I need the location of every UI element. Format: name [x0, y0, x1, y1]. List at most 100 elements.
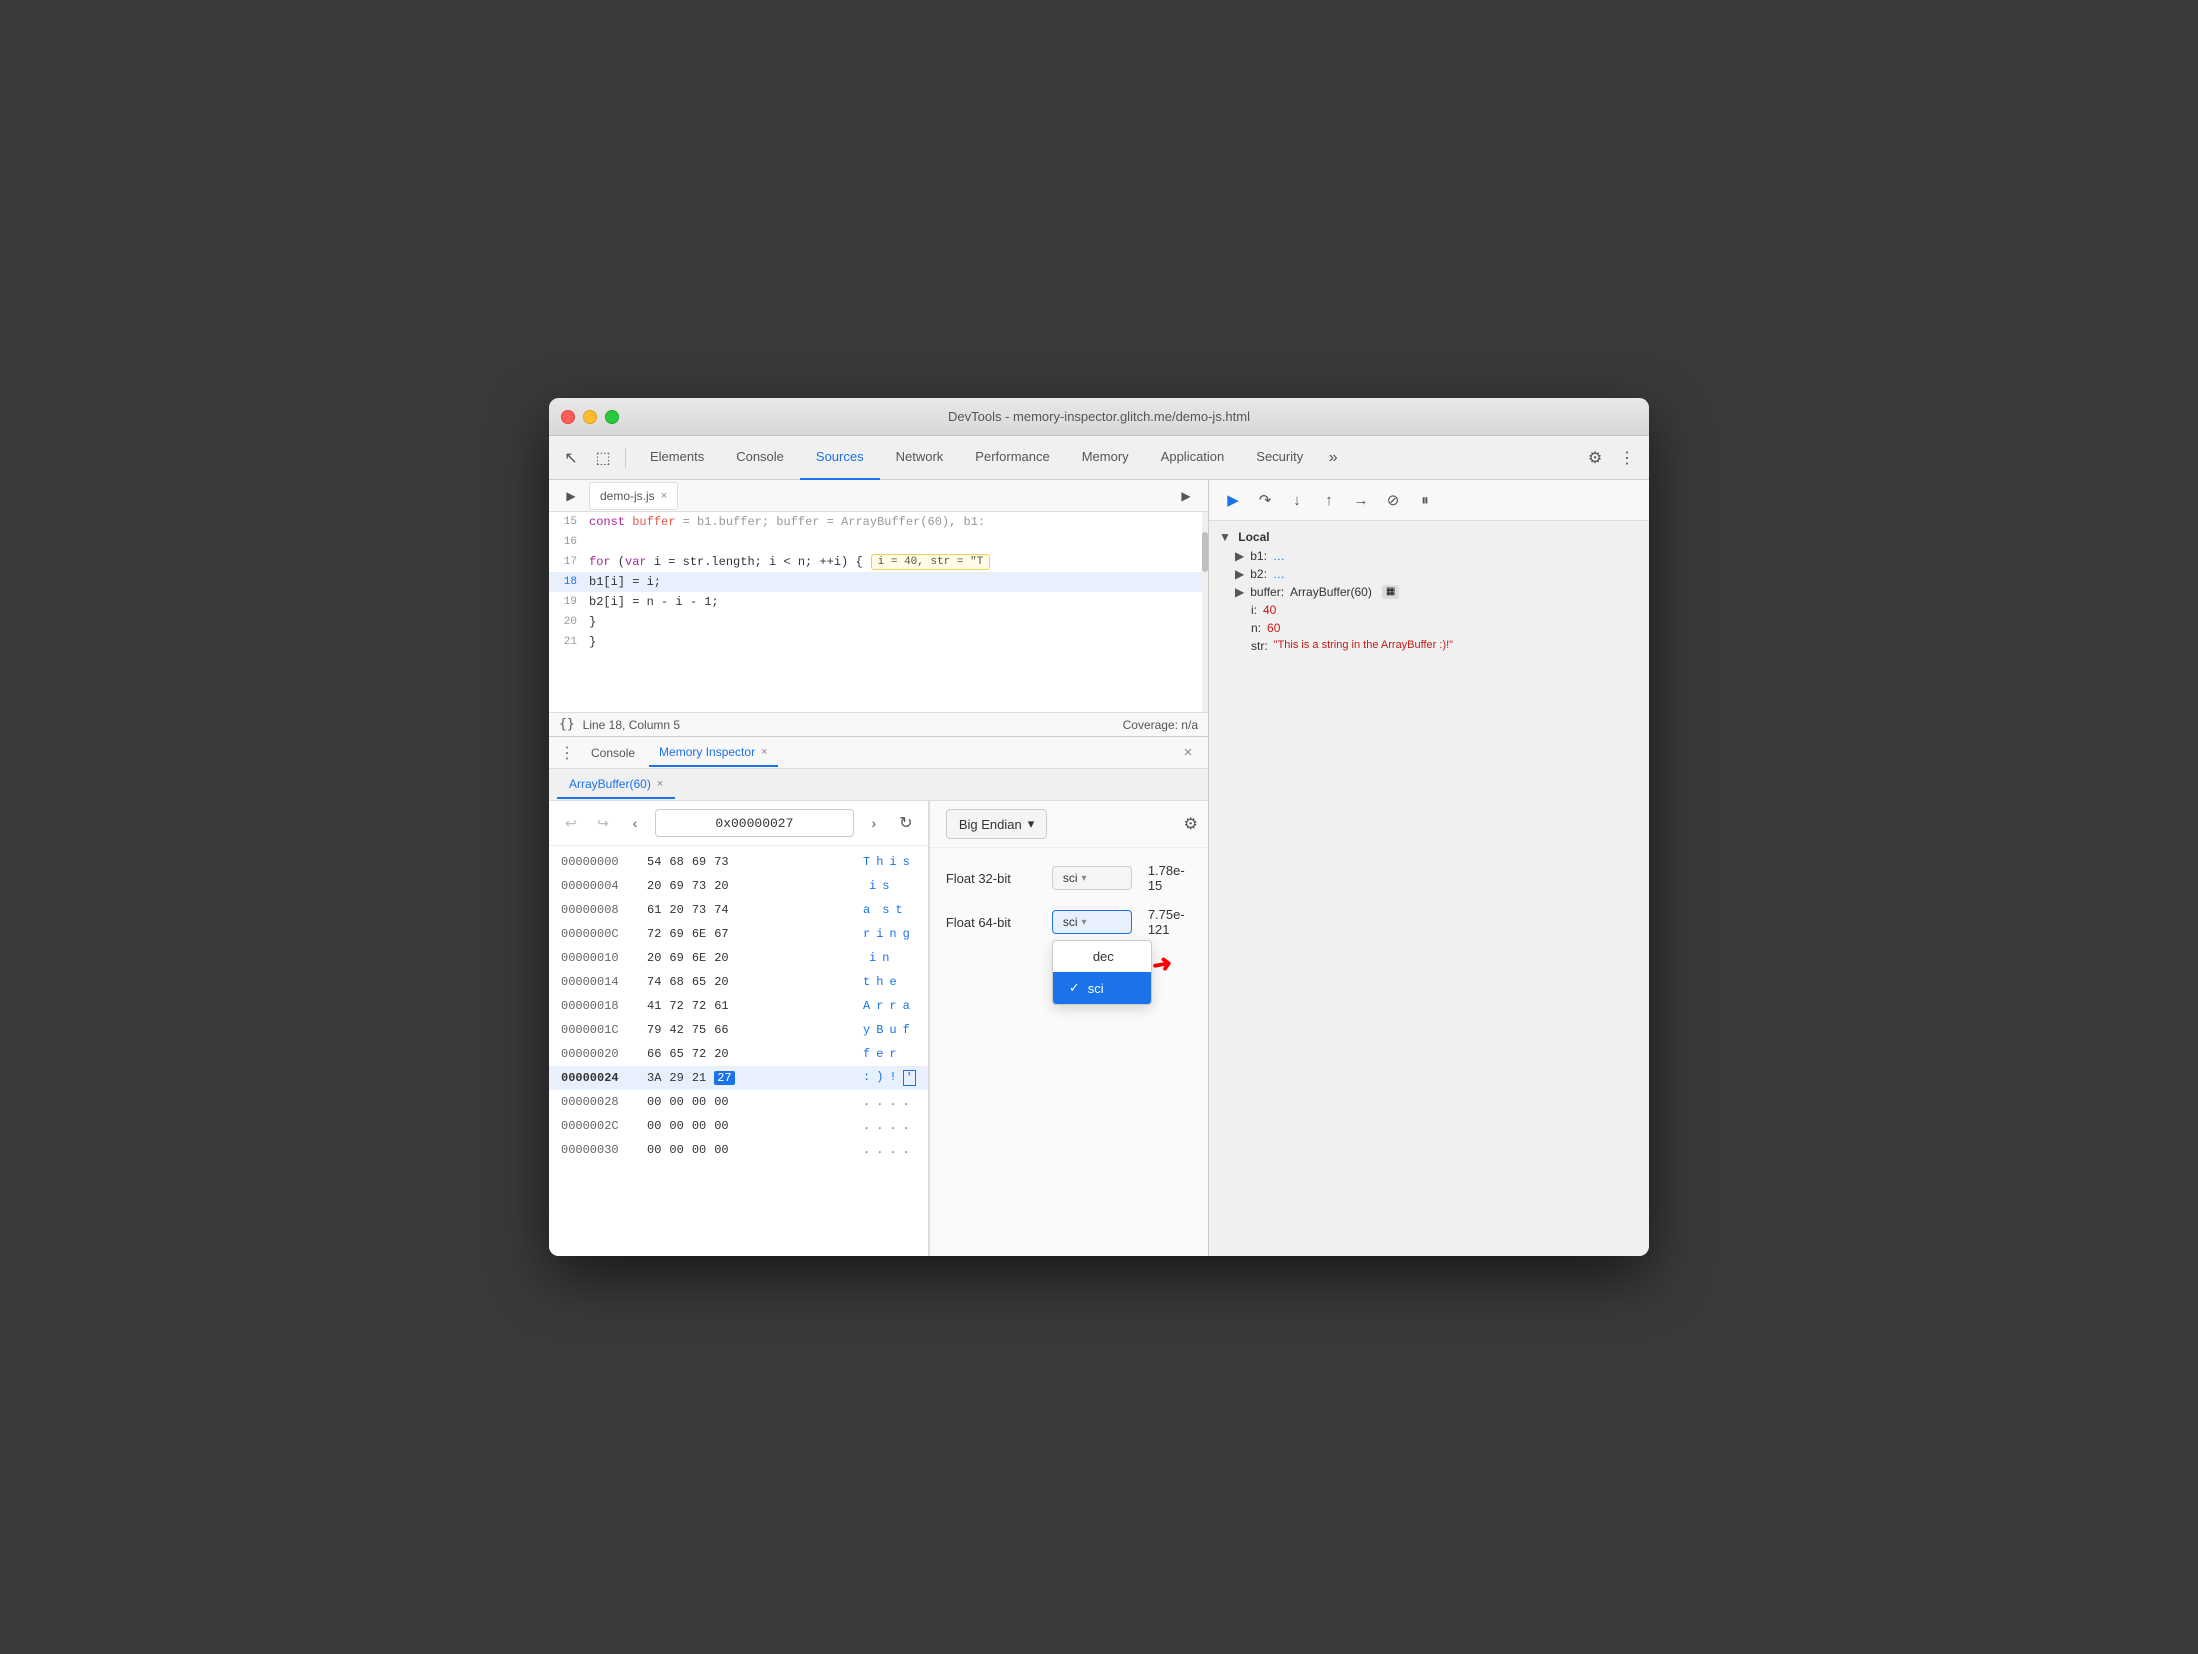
debug-controls: ▶ ↷ ↓ ↑ → ⊘ ⏸: [1209, 480, 1649, 521]
address-input[interactable]: [655, 809, 854, 837]
tab-console[interactable]: Console: [720, 436, 800, 480]
float-32-chevron-icon: ▾: [1081, 873, 1086, 884]
scope-local-title: ▼ Local: [1219, 527, 1639, 547]
hex-viewer: ↩ ↪ ‹ › ↻ 000000: [549, 801, 929, 1256]
file-tab-close-icon[interactable]: ×: [661, 490, 667, 502]
scope-item-buffer: ▶ buffer: ArrayBuffer(60) ▦: [1219, 583, 1639, 601]
hex-refresh-btn[interactable]: ↻: [894, 811, 918, 835]
tab-console-bottom[interactable]: Console: [581, 739, 645, 767]
float-settings-icon[interactable]: ⚙: [1177, 810, 1205, 838]
format-dropdown: dec ✓ sci: [1052, 940, 1152, 1005]
code-line-16: 16: [549, 532, 1208, 552]
braces-icon: {}: [559, 717, 575, 732]
arraybuffer-tab-close[interactable]: ×: [657, 778, 663, 790]
traffic-lights: [561, 410, 619, 424]
code-area[interactable]: 15 const buffer = b1.buffer; buffer = Ar…: [549, 512, 1208, 712]
top-toolbar: ↖ ⬚ Elements Console Sources Network Per…: [549, 436, 1649, 480]
panel-tab-bar: ⋮ Console Memory Inspector × ×: [549, 737, 1208, 769]
scope-viewer: ▼ Local ▶ b1: … ▶ b2: …: [1209, 521, 1649, 1256]
float-64-value: 7.75e-121: [1148, 907, 1185, 937]
dropdown-item-sci[interactable]: ✓ sci: [1053, 972, 1151, 1004]
left-panel: ▶ demo-js.js × ▶ 15 const buffer = b1.bu…: [549, 480, 1209, 1256]
sci-label: sci: [1088, 981, 1104, 996]
browser-window: DevTools - memory-inspector.glitch.me/de…: [549, 398, 1649, 1256]
tab-sources[interactable]: Sources: [800, 436, 880, 480]
arraybuffer-tab[interactable]: ArrayBuffer(60) ×: [557, 771, 675, 799]
sci-check: ✓: [1069, 980, 1080, 996]
toolbar-divider: [625, 448, 626, 468]
hex-back-btn[interactable]: ↩: [559, 811, 583, 835]
float-header: Big Endian ▾ ⚙: [930, 801, 1208, 848]
tab-performance[interactable]: Performance: [959, 436, 1065, 480]
b1-expand-icon[interactable]: ▶: [1235, 549, 1244, 563]
tab-security[interactable]: Security: [1240, 436, 1319, 480]
code-line-19: 19 b2[i] = n - i - 1;: [549, 592, 1208, 612]
scope-item-i: i: 40: [1219, 601, 1639, 619]
settings-icon[interactable]: ⚙: [1581, 444, 1609, 472]
more-tabs-icon[interactable]: »: [1319, 444, 1347, 472]
coverage-status: Coverage: n/a: [1123, 718, 1198, 732]
step-over-btn[interactable]: ↷: [1251, 486, 1279, 514]
tab-network[interactable]: Network: [880, 436, 960, 480]
code-line-20: 20 }: [549, 612, 1208, 632]
hex-row-1: 00000004 20 69 73 20: [549, 874, 928, 898]
panel-tab-more-icon[interactable]: ⋮: [557, 743, 577, 763]
file-tab-demo-js[interactable]: demo-js.js ×: [589, 482, 678, 510]
more-options-icon[interactable]: ⋮: [1613, 444, 1641, 472]
breakpoints-icon[interactable]: ⊘: [1379, 486, 1407, 514]
code-scrollbar-thumb[interactable]: [1202, 532, 1208, 572]
resume-btn[interactable]: ▶: [1219, 486, 1247, 514]
toolbar-right: ⚙ ⋮: [1581, 444, 1641, 472]
code-scrollbar[interactable]: [1202, 512, 1208, 712]
tab-memory[interactable]: Memory: [1066, 436, 1145, 480]
float-rows: Float 32-bit sci ▾ 1.78e-15: [930, 848, 1208, 952]
step-btn[interactable]: →: [1347, 486, 1375, 514]
endian-chevron-icon: ▾: [1028, 816, 1035, 832]
buffer-expand-icon[interactable]: ▶: [1235, 585, 1244, 599]
minimize-traffic-light[interactable]: [583, 410, 597, 424]
pause-btn[interactable]: ⏸: [1411, 486, 1439, 514]
debug-annotation: i = 40, str = "T: [871, 554, 991, 570]
device-icon[interactable]: ⬚: [589, 444, 617, 472]
hex-row-3: 0000000C 72 69 6E 67 r: [549, 922, 928, 946]
hex-next-btn[interactable]: ›: [862, 811, 886, 835]
maximize-traffic-light[interactable]: [605, 410, 619, 424]
hex-row-7: 0000001C 79 42 75 66 y: [549, 1018, 928, 1042]
file-nav-icon[interactable]: ▶: [557, 482, 585, 510]
float-32-label: Float 32-bit: [946, 871, 1036, 886]
file-tab-bar: ▶ demo-js.js × ▶: [549, 480, 1208, 512]
tab-application[interactable]: Application: [1145, 436, 1241, 480]
float-64-format-wrapper: sci ▾ dec: [1052, 910, 1132, 934]
float-32-format-btn[interactable]: sci ▾: [1052, 866, 1132, 890]
float-64-format-btn[interactable]: sci ▾: [1052, 910, 1132, 934]
hex-row-0: 00000000 54 68 69 73 T: [549, 850, 928, 874]
float-inspector-panel: Big Endian ▾ ⚙ Float 32-bit: [929, 801, 1208, 1256]
endian-label: Big Endian: [959, 817, 1022, 832]
hex-rows[interactable]: 00000000 54 68 69 73 T: [549, 846, 928, 1256]
panel-close-button[interactable]: ×: [1176, 741, 1200, 765]
float-32-row: Float 32-bit sci ▾ 1.78e-15: [946, 860, 1205, 896]
hex-prev-btn[interactable]: ‹: [623, 811, 647, 835]
tab-memory-inspector[interactable]: Memory Inspector ×: [649, 739, 777, 767]
step-out-btn[interactable]: ↑: [1315, 486, 1343, 514]
close-traffic-light[interactable]: [561, 410, 575, 424]
b2-expand-icon[interactable]: ▶: [1235, 567, 1244, 581]
memory-inspector-content: ArrayBuffer(60) × ↩ ↪ ‹: [549, 769, 1208, 1256]
hex-nav: ↩ ↪ ‹ › ↻: [549, 801, 928, 846]
run-snippet-icon[interactable]: ▶: [1172, 482, 1200, 510]
hex-row-10: 00000028 00 00 00 00 .: [549, 1090, 928, 1114]
endian-selector[interactable]: Big Endian ▾: [946, 809, 1047, 839]
cursor-icon[interactable]: ↖: [557, 444, 585, 472]
scope-item-b2: ▶ b2: …: [1219, 565, 1639, 583]
hex-row-12: 00000030 00 00 00 00 .: [549, 1138, 928, 1162]
dropdown-item-dec[interactable]: dec: [1053, 941, 1151, 972]
devtools-panel: ↖ ⬚ Elements Console Sources Network Per…: [549, 436, 1649, 1256]
hex-forward-btn[interactable]: ↪: [591, 811, 615, 835]
memory-inspector-tab-close[interactable]: ×: [761, 746, 767, 758]
step-into-btn[interactable]: ↓: [1283, 486, 1311, 514]
hex-row-4: 00000010 20 69 6E 20: [549, 946, 928, 970]
scope-expand-arrow[interactable]: ▼: [1219, 530, 1231, 544]
tab-elements[interactable]: Elements: [634, 436, 720, 480]
float-32-value: 1.78e-15: [1148, 863, 1185, 893]
main-content: ▶ demo-js.js × ▶ 15 const buffer = b1.bu…: [549, 480, 1649, 1256]
